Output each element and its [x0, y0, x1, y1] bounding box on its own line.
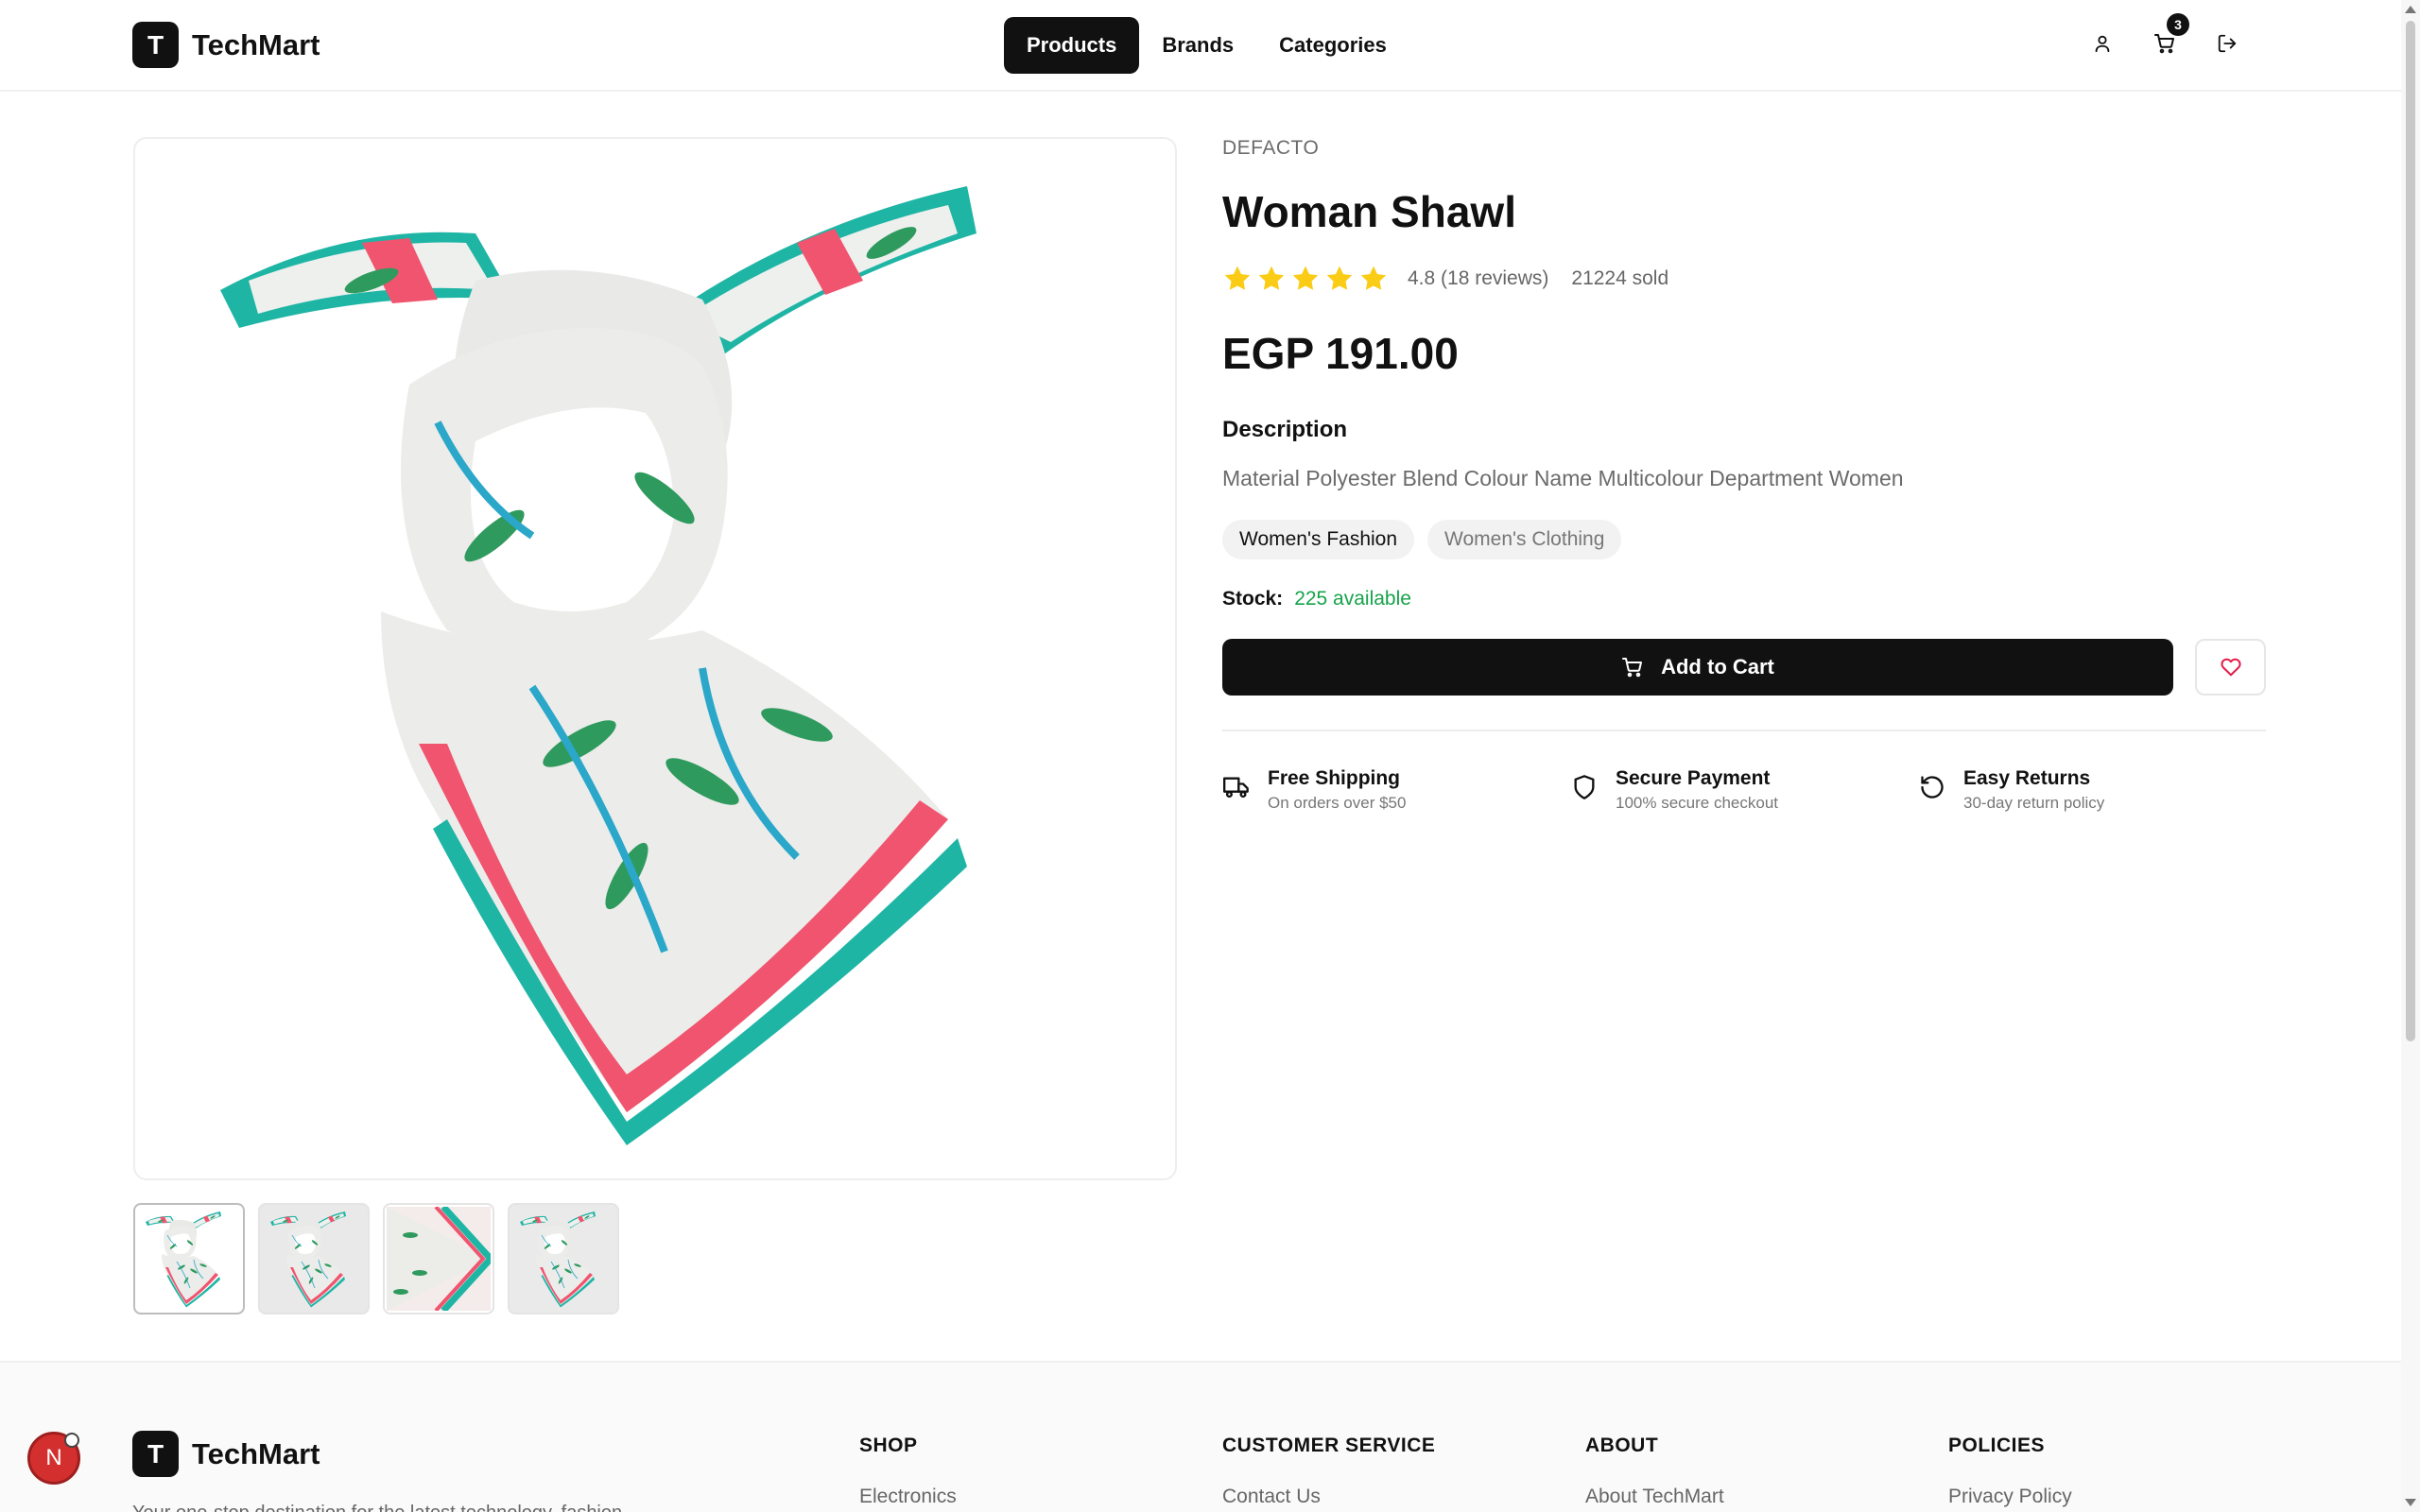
feature-title: Secure Payment — [1616, 767, 1771, 789]
thumbnail-3[interactable] — [383, 1203, 494, 1314]
footer-col-title: POLICIES — [1948, 1435, 2046, 1456]
footer-link[interactable]: About TechMart — [1585, 1486, 1724, 1508]
footer-col-title: SHOP — [859, 1435, 918, 1456]
tag-womens-fashion[interactable]: Women's Fashion — [1222, 520, 1415, 559]
page-scrollbar[interactable] — [2401, 0, 2420, 1512]
stock-row: Stock: 225 available — [1222, 588, 2266, 610]
add-to-cart-label: Add to Cart — [1661, 655, 1774, 679]
feature-subtitle: 100% secure checkout — [1616, 794, 1778, 812]
footer-col-about: ABOUT About TechMart — [1585, 1435, 1724, 1508]
cart-count-badge: 3 — [2167, 13, 2189, 36]
rating-row: 4.8 (18 reviews) 21224 sold — [1222, 264, 2266, 294]
footer-link[interactable]: Privacy Policy — [1948, 1486, 2072, 1508]
feature-easy-returns: Easy Returns 30-day return policy — [1918, 767, 2266, 813]
stock-value: 225 available — [1294, 588, 1411, 610]
category-tags: Women's Fashion Women's Clothing — [1222, 520, 2266, 559]
rating-text: 4.8 (18 reviews) — [1408, 267, 1549, 289]
star-icon — [1224, 266, 1251, 290]
avatar-letter: N — [45, 1445, 62, 1470]
description-text: Material Polyester Blend Colour Name Mul… — [1222, 466, 1904, 490]
product-brand[interactable]: DEFACTO — [1222, 137, 2266, 160]
scroll-down-arrow-icon[interactable] — [2405, 1499, 2416, 1506]
star-icon — [1258, 266, 1285, 290]
tag-womens-clothing[interactable]: Women's Clothing — [1427, 520, 1622, 559]
footer-link[interactable]: Electronics — [859, 1486, 957, 1508]
rotate-ccw-icon — [1918, 773, 1946, 801]
footer-link[interactable]: Contact Us — [1222, 1486, 1435, 1508]
feature-title: Free Shipping — [1268, 767, 1401, 789]
logo-text: TechMart — [192, 27, 320, 61]
sold-count: 21224 sold — [1571, 267, 1669, 289]
footer-col-policies: POLICIES Privacy Policy — [1948, 1435, 2072, 1508]
footer-col-customer-service: CUSTOMER SERVICE Contact Us — [1222, 1435, 1435, 1508]
truck-icon — [1222, 773, 1251, 801]
feature-secure-payment: Secure Payment 100% secure checkout — [1570, 767, 1918, 813]
scroll-thumb[interactable] — [2406, 21, 2415, 1041]
thumbnail-strip — [133, 1203, 632, 1314]
notification-dot — [64, 1433, 79, 1448]
feature-free-shipping: Free Shipping On orders over $50 — [1222, 767, 1570, 813]
section-divider — [1222, 730, 2266, 731]
cart-button[interactable]: 3 — [2148, 13, 2189, 60]
footer-tagline: Your one-stop destination for the latest… — [132, 1503, 622, 1512]
thumbnail-1[interactable] — [133, 1203, 245, 1314]
feature-title: Easy Returns — [1963, 767, 2091, 789]
main-nav: Products Brands Categories — [1004, 17, 1409, 74]
footer-logo[interactable]: T TechMart — [132, 1431, 320, 1477]
user-icon[interactable] — [2085, 26, 2119, 60]
shield-icon — [1570, 773, 1599, 801]
add-to-cart-button[interactable]: Add to Cart — [1222, 639, 2173, 696]
floating-avatar-button[interactable]: N — [27, 1432, 80, 1485]
wishlist-button[interactable] — [2195, 639, 2266, 696]
thumbnail-2[interactable] — [258, 1203, 370, 1314]
star-icon — [1326, 266, 1353, 290]
feature-list: Free Shipping On orders over $50 Secure … — [1222, 767, 2266, 813]
product-price: EGP 191.00 — [1222, 329, 1459, 378]
footer-col-title: CUSTOMER SERVICE — [1222, 1435, 1436, 1456]
cart-icon — [1621, 656, 1644, 679]
description-heading: Description — [1222, 417, 1348, 442]
footer-col-title: ABOUT — [1585, 1435, 1659, 1456]
scroll-up-arrow-icon[interactable] — [2405, 6, 2416, 13]
nav-link-categories[interactable]: Categories — [1256, 17, 1409, 74]
product-title: Woman Shawl — [1222, 187, 1516, 236]
nav-actions: 3 — [2085, 13, 2273, 60]
site-logo[interactable]: T TechMart — [132, 22, 320, 68]
logo-text: TechMart — [192, 1436, 320, 1470]
site-footer: T TechMart Your one-stop destination for… — [0, 1361, 2401, 1512]
star-icon — [1360, 266, 1387, 290]
footer-col-shop: SHOP Electronics — [859, 1435, 957, 1508]
top-navbar: T TechMart Products Brands Categories 3 — [0, 0, 2401, 92]
logo-mark: T — [132, 1431, 179, 1477]
cart-icon — [2153, 32, 2176, 55]
logout-icon[interactable] — [2210, 26, 2244, 60]
product-main-image — [133, 137, 1177, 1180]
stock-label: Stock: — [1222, 588, 1284, 610]
shawl-image — [135, 139, 1175, 1178]
feature-subtitle: On orders over $50 — [1268, 794, 1407, 812]
product-details: DEFACTO Woman Shawl 4.8 (18 reviews) 212… — [1222, 137, 2266, 813]
thumbnail-4[interactable] — [508, 1203, 619, 1314]
nav-link-brands[interactable]: Brands — [1139, 17, 1256, 74]
nav-link-products[interactable]: Products — [1004, 17, 1140, 74]
cart-actions: Add to Cart — [1222, 639, 2266, 696]
star-icon — [1292, 266, 1319, 290]
rating-stars — [1222, 264, 1392, 294]
heart-icon — [2220, 657, 2241, 678]
logo-mark: T — [132, 22, 179, 68]
feature-subtitle: 30-day return policy — [1963, 794, 2105, 812]
